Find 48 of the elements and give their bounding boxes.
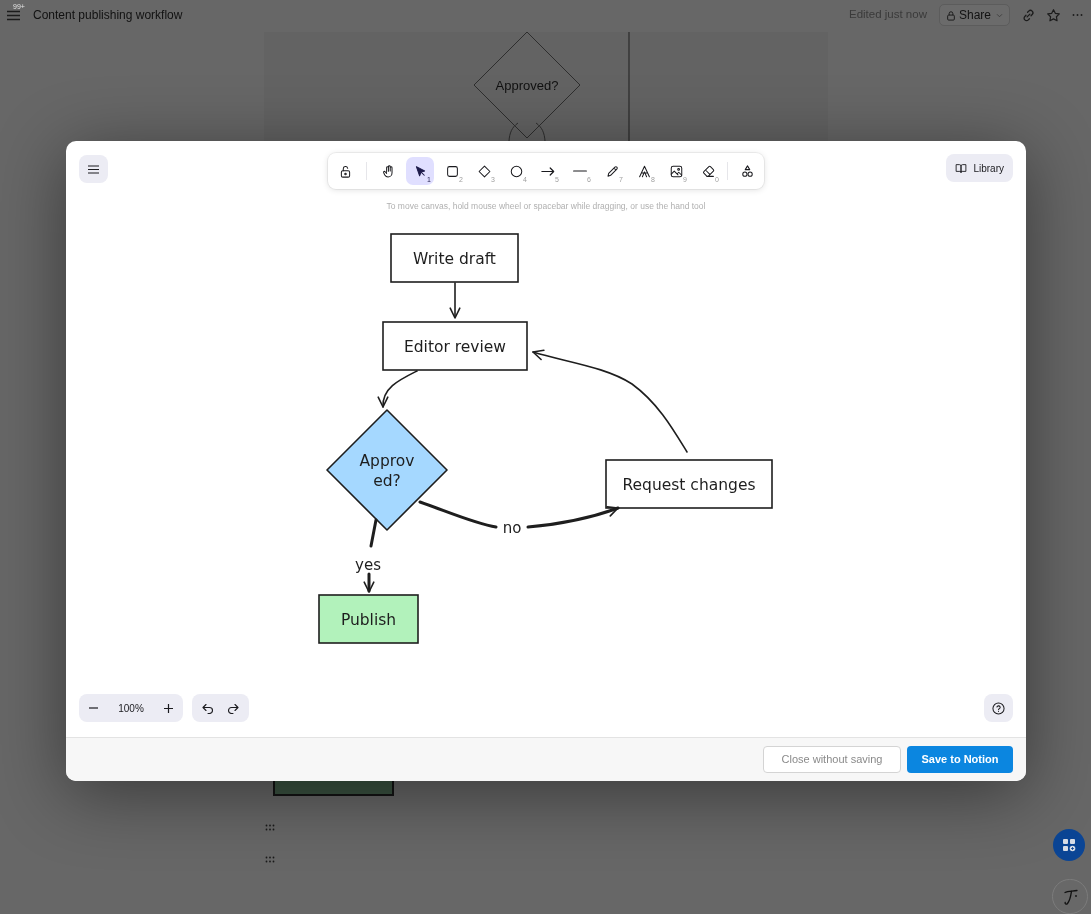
- ellipse-outline: [508, 122, 546, 141]
- flowchart-box: Request changes: [605, 459, 773, 509]
- secondary-button[interactable]: Close without saving: [763, 746, 901, 773]
- image-icon: [668, 163, 684, 179]
- help-button[interactable]: [984, 694, 1013, 722]
- shapes-icon: [739, 163, 755, 179]
- square-icon: [444, 163, 460, 179]
- undo-icon[interactable]: [202, 702, 213, 714]
- caret-icon: [996, 12, 1003, 18]
- connector-label: no: [502, 519, 522, 537]
- decision-diamond: Approv ed?: [326, 409, 448, 531]
- question-circle-icon: [992, 701, 1005, 715]
- circle-icon: [508, 163, 524, 179]
- menu-button[interactable]: [79, 155, 108, 183]
- plus-icon[interactable]: [164, 703, 173, 713]
- primary-button[interactable]: Save to Notion: [907, 746, 1013, 773]
- arrow-icon: [541, 166, 555, 176]
- padlock-icon: [945, 9, 956, 21]
- flowchart-box: Editor review: [382, 321, 528, 371]
- book-icon: [955, 162, 968, 174]
- diamond-icon: [476, 163, 492, 179]
- connector-label: yes: [355, 556, 381, 574]
- zoom-level-button[interactable]: 100%: [118, 700, 144, 716]
- library-button[interactable]: Library: [946, 154, 1013, 182]
- drag-handle-icon[interactable]: [265, 856, 275, 863]
- hand-icon: [380, 163, 396, 179]
- script-glyph-icon: [1061, 887, 1079, 906]
- link-icon[interactable]: [1021, 7, 1036, 23]
- canvas-hint: To move canvas, hold mouse wheel or spacebar while dragging, or use the hand tool: [386, 200, 706, 212]
- decision-diamond: Approved?: [473, 32, 581, 139]
- flowchart-box: Publish: [318, 594, 419, 644]
- line-icon: [573, 170, 587, 172]
- connector-arrow: [449, 282, 461, 319]
- share-button[interactable]: Share: [938, 4, 1010, 26]
- page-title: Content publishing workflow: [33, 7, 183, 24]
- menu-icon: [88, 164, 99, 174]
- assistant-button[interactable]: [1052, 879, 1088, 914]
- menu-icon[interactable]: [7, 9, 20, 21]
- star-icon[interactable]: [1046, 7, 1061, 23]
- eraser-icon: [700, 163, 716, 179]
- grid-plus-icon: [1062, 838, 1076, 852]
- drag-handle-icon[interactable]: [265, 824, 275, 831]
- redo-icon[interactable]: [228, 702, 239, 714]
- pencil-icon: [604, 163, 620, 179]
- letter-a-icon: [636, 163, 652, 179]
- widgets-button[interactable]: [1053, 829, 1085, 861]
- connector-arrow: [377, 370, 418, 408]
- flowchart-box: Write draft: [390, 233, 519, 283]
